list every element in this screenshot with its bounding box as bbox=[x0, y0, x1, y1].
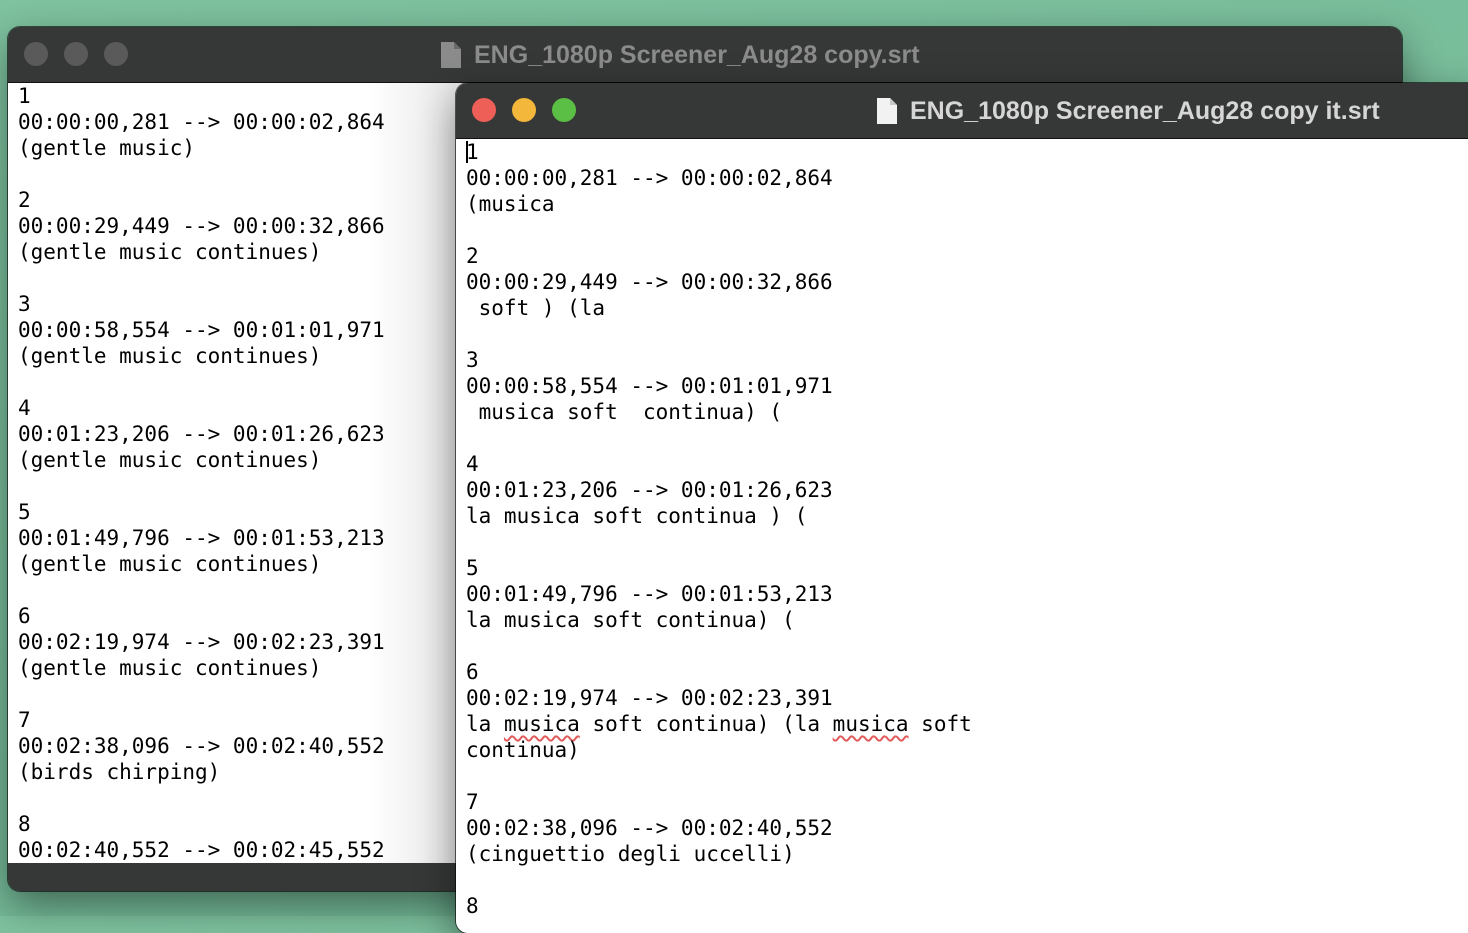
text-line bbox=[466, 867, 1468, 893]
back-window-titlebar[interactable]: ENG_1080p Screener_Aug28 copy.srt bbox=[8, 27, 1402, 83]
text-line: la musica soft continua) (la musica soft bbox=[466, 712, 972, 736]
front-window-titlebar[interactable]: ENG_1080p Screener_Aug28 copy it.srt bbox=[456, 83, 1468, 139]
text-line: 1 bbox=[466, 140, 479, 164]
text-line: 00:02:38,096 --> 00:02:40,552 bbox=[466, 816, 833, 840]
text-line: 00:02:19,974 --> 00:02:23,391 bbox=[466, 686, 833, 710]
front-editor-window[interactable]: ENG_1080p Screener_Aug28 copy it.srt 1 00… bbox=[456, 83, 1468, 933]
text-line: 00:01:23,206 --> 00:01:26,623 bbox=[466, 478, 833, 502]
text-line bbox=[466, 633, 1468, 659]
text-line bbox=[466, 529, 1468, 555]
text-line: 6 bbox=[466, 660, 479, 684]
minimize-button[interactable] bbox=[512, 98, 536, 122]
back-window-title: ENG_1080p Screener_Aug28 copy.srt bbox=[440, 27, 920, 83]
text-line: 5 bbox=[466, 556, 479, 580]
text-line: (musica bbox=[466, 192, 555, 216]
text-line bbox=[466, 217, 1468, 243]
front-window-title-text: ENG_1080p Screener_Aug28 copy it.srt bbox=[910, 96, 1380, 125]
text-line: (cinguettio degli uccelli) bbox=[466, 842, 795, 866]
text-cursor bbox=[466, 141, 468, 163]
text-line: 00:00:29,449 --> 00:00:32,866 bbox=[466, 270, 833, 294]
text-line: 00:01:49,796 --> 00:01:53,213 bbox=[466, 582, 833, 606]
text-line: 3 bbox=[466, 348, 479, 372]
text-line: la musica soft continua) ( bbox=[466, 608, 795, 632]
document-icon bbox=[441, 42, 461, 68]
spellcheck-underline[interactable]: musica bbox=[833, 712, 909, 736]
back-window-controls bbox=[24, 42, 128, 66]
text-line: 00:00:58,554 --> 00:01:01,971 bbox=[466, 374, 833, 398]
front-window-title: ENG_1080p Screener_Aug28 copy it.srt bbox=[876, 83, 1380, 139]
minimize-button[interactable] bbox=[64, 42, 88, 66]
text-line: 4 bbox=[466, 452, 479, 476]
text-line: musica soft continua) ( bbox=[466, 400, 783, 424]
text-line: la musica soft continua ) ( bbox=[466, 504, 808, 528]
text-line bbox=[466, 425, 1468, 451]
text-line: 7 bbox=[466, 790, 479, 814]
zoom-button[interactable] bbox=[552, 98, 576, 122]
text-line: 00:00:00,281 --> 00:00:02,864 bbox=[466, 166, 833, 190]
front-window-controls bbox=[472, 98, 576, 122]
close-button[interactable] bbox=[472, 98, 496, 122]
text-line bbox=[466, 763, 1468, 789]
text-line: soft ) (la bbox=[466, 296, 606, 320]
spellcheck-underline[interactable]: musica bbox=[504, 712, 580, 736]
document-icon bbox=[877, 98, 897, 124]
text-line: continua) bbox=[466, 738, 580, 762]
text-line bbox=[466, 321, 1468, 347]
front-text-area[interactable]: 1 00:00:00,281 --> 00:00:02,864 (musica 2 00… bbox=[456, 139, 1468, 933]
zoom-button[interactable] bbox=[104, 42, 128, 66]
close-button[interactable] bbox=[24, 42, 48, 66]
text-line: 2 bbox=[466, 244, 479, 268]
text-line: 8 bbox=[466, 894, 479, 918]
back-window-title-text: ENG_1080p Screener_Aug28 copy.srt bbox=[474, 40, 920, 69]
